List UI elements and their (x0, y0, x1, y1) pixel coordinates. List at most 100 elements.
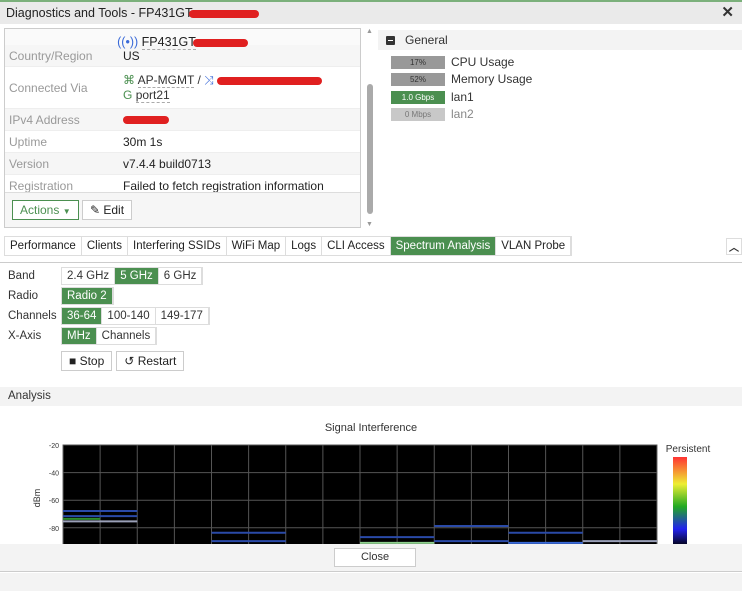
ap-details-table: Country/Region US Connected Via ⌘ AP-MGMT… (5, 45, 360, 197)
analysis-header: Analysis (0, 387, 742, 406)
band-row: Band 2.4 GHz 5 GHz 6 GHz (8, 267, 204, 285)
lan2-bar: 0 Mbps (391, 107, 445, 121)
pencil-icon: ✎ (89, 203, 101, 217)
port-link[interactable]: port21 (135, 88, 170, 103)
band-option[interactable]: 5 GHz (115, 268, 159, 284)
radio-label: Radio (8, 290, 39, 302)
radio-selector: Radio 2 (61, 287, 114, 305)
y-tick-label: -60 (49, 498, 59, 505)
stop-button[interactable]: ■ Stop (61, 351, 113, 371)
y-tick-label: -20 (49, 443, 59, 450)
row-ipv4: IPv4 Address (5, 109, 360, 131)
ap-name-link[interactable]: FP431GT (141, 35, 196, 50)
legend-title: Persistent (666, 444, 711, 455)
restart-button[interactable]: ↺ Restart (116, 351, 185, 371)
ap-mgmt-link[interactable]: AP-MGMT (137, 73, 195, 88)
radio-option[interactable]: Radio 2 (62, 288, 113, 304)
y-tick-label: -40 (49, 471, 59, 478)
channels-option[interactable]: 100-140 (102, 308, 156, 324)
stat-label: lan1 (451, 90, 474, 104)
stat-label: lan2 (451, 107, 474, 121)
label: Version (9, 156, 50, 171)
control-buttons: ■ Stop ↺ Restart (61, 351, 185, 371)
general-section-header[interactable]: General (378, 30, 742, 50)
value: 30m 1s (123, 134, 163, 149)
status-area (0, 573, 742, 591)
wifi-icon: ((•)) (117, 35, 139, 49)
scroll-down-icon[interactable]: ▼ (365, 221, 374, 228)
stop-icon: ■ (69, 354, 77, 368)
edit-label: Edit (103, 203, 125, 217)
cpu-bar: 17% (391, 55, 445, 69)
chevron-up-icon[interactable]: ︿ (726, 238, 742, 255)
channels-option[interactable]: 149-177 (156, 308, 209, 324)
actions-bar: Actions ▼ ✎ Edit (5, 192, 360, 227)
actions-dropdown[interactable]: Actions ▼ (12, 200, 79, 220)
value: US (123, 48, 140, 63)
y-axis-label: dBm (32, 489, 42, 508)
tab-cli-access[interactable]: CLI Access (322, 237, 391, 255)
persistence-color-scale (673, 457, 687, 544)
tab-performance[interactable]: Performance (5, 237, 82, 255)
tab-vlan-probe[interactable]: VLAN Probe (496, 237, 572, 255)
row-uptime: Uptime 30m 1s (5, 131, 360, 153)
channels-option[interactable]: 36-64 (62, 308, 103, 324)
band-selector: 2.4 GHz 5 GHz 6 GHz (61, 267, 204, 285)
spectrum-chart: -20 -40 -60 -80 dBm Persistent (32, 443, 711, 544)
memory-bar: 52% (391, 72, 445, 86)
tab-logs[interactable]: Logs (286, 237, 323, 255)
tab-bar: Performance Clients Interfering SSIDs Wi… (4, 236, 573, 256)
label: Connected Via (9, 80, 88, 95)
stat-label: CPU Usage (451, 55, 515, 69)
general-title: General (405, 33, 448, 47)
collapse-icon[interactable] (386, 36, 395, 46)
label: Uptime (9, 134, 48, 149)
close-icon[interactable]: ✕ (721, 3, 734, 21)
label: Registration (9, 178, 74, 193)
shuffle-icon: ⤨ (204, 73, 214, 87)
stat-lan2: 0 Mbps lan2 (391, 107, 474, 121)
band-label: Band (8, 270, 35, 282)
tab-wifi-map[interactable]: WiFi Map (226, 237, 287, 255)
tab-interfering-ssids[interactable]: Interfering SSIDs (128, 237, 227, 255)
xaxis-option[interactable]: Channels (97, 328, 157, 344)
channels-selector: 36-64 100-140 149-177 (61, 307, 210, 325)
close-button[interactable]: Close (334, 548, 416, 567)
port-icon: G (123, 88, 133, 102)
value: v7.4.4 build0713 (123, 156, 212, 171)
scroll-up-icon[interactable]: ▲ (365, 28, 374, 35)
lan1-bar: 1.0 Gbps (391, 90, 445, 104)
redaction (217, 76, 323, 85)
xaxis-label: X-Axis (8, 330, 42, 342)
caret-down-icon: ▼ (62, 207, 71, 216)
restart-label: Restart (137, 354, 177, 368)
stat-cpu: 17% CPU Usage (391, 55, 514, 69)
restart-icon: ↺ (124, 354, 135, 368)
separator: / (197, 73, 201, 87)
xaxis-option[interactable]: MHz (62, 328, 97, 344)
tab-spectrum-analysis[interactable]: Spectrum Analysis (390, 237, 497, 255)
band-option[interactable]: 6 GHz (159, 268, 203, 284)
label: Country/Region (9, 48, 93, 63)
label: IPv4 Address (9, 112, 80, 127)
scrollbar-thumb[interactable] (367, 84, 373, 214)
switch-icon: ⌘ (123, 73, 135, 87)
stat-label: Memory Usage (451, 72, 533, 86)
xaxis-row: X-Axis MHz Channels (8, 327, 158, 345)
tab-clients[interactable]: Clients (81, 237, 128, 255)
xaxis-selector: MHz Channels (61, 327, 158, 345)
channels-label: Channels (8, 310, 57, 322)
row-version: Version v7.4.4 build0713 (5, 153, 360, 175)
edit-button[interactable]: ✎ Edit (81, 200, 133, 220)
y-tick-label: -80 (49, 526, 59, 533)
actions-label: Actions (20, 203, 60, 217)
window-title-bar: Diagnostics and Tools - FP431GT (0, 0, 742, 24)
channels-row: Channels 36-64 100-140 149-177 (8, 307, 210, 325)
redaction (192, 38, 248, 47)
band-option[interactable]: 2.4 GHz (62, 268, 116, 284)
window-title: Diagnostics and Tools - FP431GT (6, 6, 193, 20)
radio-row: Radio Radio 2 (8, 287, 114, 305)
ap-details-panel: ((•)) FP431GT Country/Region US Connected… (4, 28, 361, 228)
chart-title: Signal Interference (324, 422, 418, 434)
redaction (123, 115, 169, 124)
